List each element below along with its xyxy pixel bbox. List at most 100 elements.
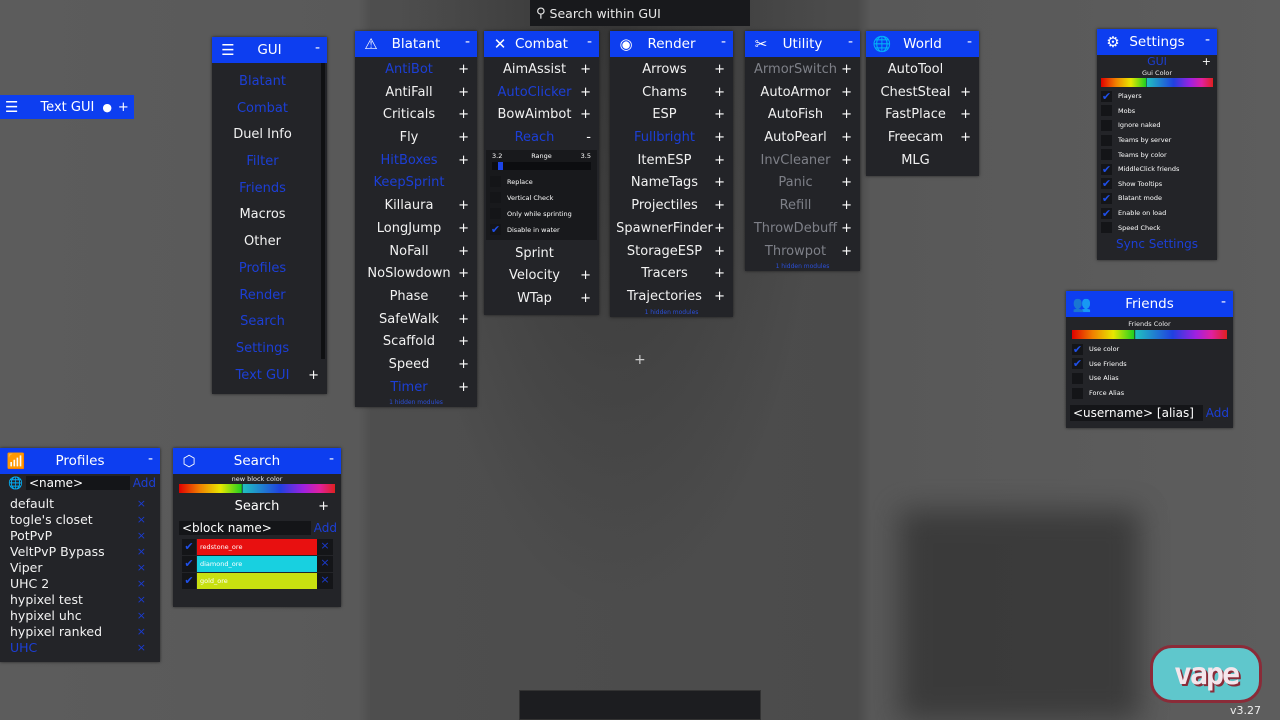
module-projectiles[interactable]: Projectiles +	[610, 195, 733, 218]
module-combat[interactable]: Combat	[212, 96, 327, 123]
option-middleclick-friends[interactable]: ✔ MiddleClick friends	[1097, 162, 1217, 177]
checkbox-unchecked[interactable]	[1072, 387, 1083, 399]
module-bowaimbot[interactable]: BowAimbot +	[484, 104, 599, 127]
module-phase[interactable]: Phase +	[355, 286, 477, 309]
checkbox-checked[interactable]: ✔	[490, 224, 501, 236]
profiles-panel-header[interactable]: 📶 Profiles -	[0, 448, 160, 474]
option-force-alias[interactable]: Force Alias	[1066, 386, 1233, 401]
module-refill[interactable]: Refill +	[745, 195, 860, 218]
expand-button[interactable]: +	[458, 331, 469, 354]
option-use-alias[interactable]: Use Alias	[1066, 371, 1233, 386]
module-timer[interactable]: Timer +	[355, 377, 477, 400]
checkbox-checked[interactable]: ✔	[1101, 178, 1112, 190]
delete-profile-button[interactable]: ×	[137, 528, 146, 544]
minimize-button[interactable]: -	[148, 451, 153, 467]
pin-icon[interactable]: ●	[102, 101, 112, 114]
delete-profile-button[interactable]: ×	[137, 544, 146, 560]
expand-button[interactable]: +	[580, 265, 591, 288]
module-antifall[interactable]: AntiFall +	[355, 82, 477, 105]
module-chams[interactable]: Chams +	[610, 82, 733, 105]
checkbox-unchecked[interactable]	[490, 192, 501, 204]
friends-color-slider[interactable]	[1072, 330, 1227, 339]
expand-button[interactable]: +	[841, 195, 852, 218]
module-tracers[interactable]: Tracers +	[610, 263, 733, 286]
module-reach[interactable]: Reach -	[484, 127, 599, 150]
expand-button[interactable]: +	[458, 263, 469, 286]
module-esp[interactable]: ESP +	[610, 104, 733, 127]
option-replace[interactable]: Replace	[486, 174, 597, 190]
add-friend-button[interactable]: Add	[1206, 406, 1229, 420]
friends-panel-header[interactable]: 👥 Friends -	[1066, 291, 1233, 317]
option-show-tooltips[interactable]: ✔ Show Tooltips	[1097, 177, 1217, 192]
checkbox-unchecked[interactable]	[1101, 222, 1112, 234]
minimize-button[interactable]: -	[587, 34, 592, 50]
delete-profile-button[interactable]: ×	[137, 496, 146, 512]
expand-button[interactable]: +	[458, 127, 469, 150]
module-text-gui[interactable]: Text GUI +	[212, 363, 327, 390]
expand-button[interactable]: +	[841, 127, 852, 150]
module-freecam[interactable]: Freecam +	[866, 127, 979, 150]
expand-button[interactable]: +	[841, 172, 852, 195]
add-profile-button[interactable]: Add	[133, 476, 156, 490]
module-cheststeal[interactable]: ChestSteal +	[866, 82, 979, 105]
delete-profile-button[interactable]: ×	[137, 608, 146, 624]
checkbox-checked[interactable]: ✔	[1101, 207, 1112, 219]
module-wtap[interactable]: WTap +	[484, 288, 599, 311]
profile-item[interactable]: Viper ×	[0, 560, 160, 576]
expand-button[interactable]: +	[458, 286, 469, 309]
module-speed[interactable]: Speed +	[355, 354, 477, 377]
module-sprint[interactable]: Sprint	[484, 243, 599, 266]
module-autotool[interactable]: AutoTool	[866, 59, 979, 82]
range-slider[interactable]	[492, 161, 591, 170]
module-panic[interactable]: Panic +	[745, 172, 860, 195]
module-utility[interactable]: Utility	[212, 389, 327, 394]
hamburger-icon[interactable]: ☰	[5, 98, 18, 116]
option-enable-on-load[interactable]: ✔ Enable on load	[1097, 206, 1217, 221]
expand-button[interactable]: +	[714, 218, 725, 241]
block-name[interactable]: redstone_ore	[197, 539, 317, 555]
sync-settings-button[interactable]: Sync Settings	[1097, 237, 1217, 251]
module-armorswitch[interactable]: ArmorSwitch +	[745, 59, 860, 82]
checkbox-checked[interactable]: ✔	[1101, 192, 1112, 204]
expand-button[interactable]: +	[1202, 55, 1211, 69]
search-within-gui[interactable]: ⚲ Search within GUI	[530, 0, 750, 26]
module-nametags[interactable]: NameTags +	[610, 172, 733, 195]
checkbox-unchecked[interactable]	[1101, 119, 1112, 131]
profile-item[interactable]: PotPvP ×	[0, 528, 160, 544]
expand-button[interactable]: +	[960, 82, 971, 105]
module-antibot[interactable]: AntiBot +	[355, 59, 477, 82]
module-macros[interactable]: Macros	[212, 202, 327, 229]
block-name[interactable]: gold_ore	[197, 573, 317, 589]
module-scaffold[interactable]: Scaffold +	[355, 331, 477, 354]
settings-panel-header[interactable]: ⚙ Settings -	[1097, 29, 1217, 55]
range-slider-handle[interactable]	[498, 161, 503, 170]
expand-button[interactable]: +	[714, 82, 725, 105]
checkbox-checked[interactable]: ✔	[1072, 358, 1083, 370]
checkbox-checked[interactable]: ✔	[1072, 343, 1083, 355]
module-arrows[interactable]: Arrows +	[610, 59, 733, 82]
expand-button[interactable]: +	[580, 59, 591, 82]
expand-button[interactable]: +	[841, 218, 852, 241]
expand-button[interactable]: +	[580, 104, 591, 127]
expand-button[interactable]: +	[458, 59, 469, 82]
expand-button[interactable]: +	[580, 82, 591, 105]
checkbox-unchecked[interactable]	[1101, 149, 1112, 161]
option-teams-by-color[interactable]: Teams by color	[1097, 147, 1217, 162]
module-killaura[interactable]: Killaura +	[355, 195, 477, 218]
expand-button[interactable]: +	[458, 150, 469, 173]
module-storageesp[interactable]: StorageESP +	[610, 241, 733, 264]
delete-block-button[interactable]: ×	[317, 556, 333, 572]
profile-name-input[interactable]: <name>	[25, 476, 130, 490]
module-hitboxes[interactable]: HitBoxes +	[355, 150, 477, 173]
module-safewalk[interactable]: SafeWalk +	[355, 309, 477, 332]
module-invcleaner[interactable]: InvCleaner +	[745, 150, 860, 173]
checkbox-unchecked[interactable]	[490, 208, 501, 220]
delete-block-button[interactable]: ×	[317, 539, 333, 555]
profile-item[interactable]: UHC 2 ×	[0, 576, 160, 592]
expand-button[interactable]: +	[841, 82, 852, 105]
render-panel-header[interactable]: ◉ Render -	[610, 31, 733, 57]
expand-button[interactable]: +	[458, 354, 469, 377]
expand-button[interactable]: +	[714, 241, 725, 264]
module-longjump[interactable]: LongJump +	[355, 218, 477, 241]
delete-block-button[interactable]: ×	[317, 573, 333, 589]
